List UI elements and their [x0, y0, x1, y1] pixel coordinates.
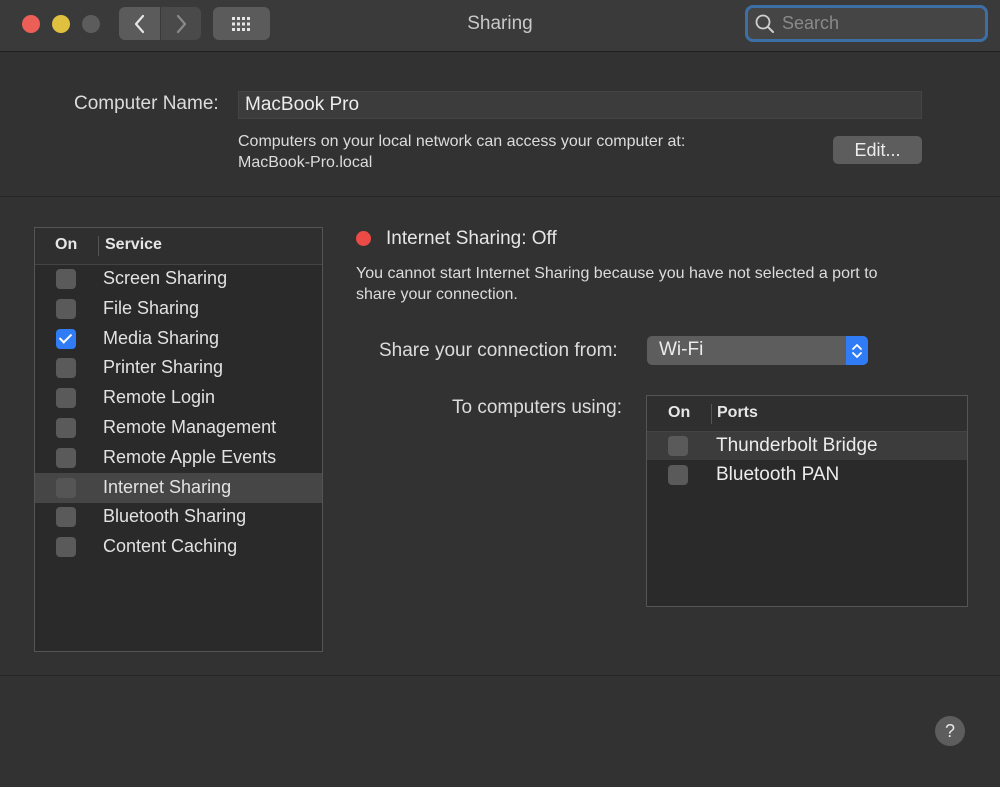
service-label: Screen Sharing — [103, 268, 228, 288]
service-row[interactable]: Remote Login — [35, 383, 322, 413]
service-row[interactable]: Content Caching — [35, 532, 322, 562]
service-checkbox[interactable] — [56, 298, 76, 319]
service-label: Remote Management — [103, 417, 277, 437]
divider — [0, 675, 1000, 676]
local-hostname: MacBook-Pro.local — [238, 154, 373, 171]
service-description-line2: share your connection. — [356, 286, 518, 303]
service-row[interactable]: Internet Sharing — [35, 472, 322, 503]
service-checkbox[interactable] — [56, 507, 76, 528]
service-row[interactable]: Remote Apple Events — [35, 443, 322, 473]
service-label: Printer Sharing — [103, 357, 224, 378]
service-row[interactable]: Bluetooth Sharing — [35, 502, 322, 532]
column-separator — [711, 404, 712, 424]
title-bar: Sharing — [0, 0, 1000, 52]
service-label: Content Caching — [103, 536, 238, 557]
services-table[interactable]: On Service Screen Sharing File Sharing Med… — [34, 227, 323, 652]
service-row[interactable]: Screen Sharing — [35, 264, 322, 294]
column-header-ports[interactable]: Ports — [717, 404, 758, 422]
service-description-line1: You cannot start Internet Sharing becaus… — [356, 265, 878, 282]
service-checkbox[interactable] — [56, 477, 76, 498]
service-checkbox[interactable] — [56, 269, 76, 289]
service-row[interactable]: Printer Sharing — [35, 353, 322, 383]
service-label: Remote Apple Events — [103, 446, 277, 467]
column-header-on[interactable]: On — [668, 404, 690, 422]
port-checkbox[interactable] — [668, 436, 688, 456]
port-checkbox[interactable] — [668, 464, 688, 485]
service-label: Remote Login — [103, 387, 216, 408]
services-table-header: On Service — [35, 228, 322, 265]
service-status: Internet Sharing: Off — [386, 228, 557, 249]
computer-name-field[interactable]: MacBook Pro — [238, 91, 922, 119]
status-indicator-icon — [356, 231, 371, 246]
service-row[interactable]: Remote Management — [35, 413, 322, 443]
sharing-window: Sharing Computer Name: MacBook Pro Compu… — [0, 0, 1000, 787]
help-button[interactable]: ? — [935, 716, 965, 746]
to-computers-label: To computers using: — [452, 397, 623, 418]
service-label: Bluetooth Sharing — [103, 506, 247, 527]
port-label: Thunderbolt Bridge — [716, 435, 878, 456]
column-separator — [98, 236, 99, 256]
search-icon — [755, 14, 774, 33]
service-label: File Sharing — [103, 297, 200, 318]
ports-table-header: On Ports — [647, 396, 967, 432]
computer-name-description-line1: Computers on your local network can acce… — [238, 133, 686, 150]
service-description: You cannot start Internet Sharing becaus… — [356, 263, 956, 305]
search-input[interactable] — [780, 12, 984, 35]
column-header-on[interactable]: On — [55, 236, 77, 254]
service-checkbox[interactable] — [56, 388, 76, 409]
column-header-service[interactable]: Service — [105, 236, 162, 254]
service-checkbox[interactable] — [56, 328, 76, 349]
service-checkbox[interactable] — [56, 358, 76, 379]
service-checkbox[interactable] — [56, 418, 76, 438]
port-label: Bluetooth PAN — [716, 463, 840, 485]
share-from-select[interactable]: Wi-Fi — [647, 336, 868, 365]
service-checkbox[interactable] — [56, 447, 76, 468]
ports-table[interactable]: On Ports Thunderbolt Bridge Bluetooth PAN — [646, 395, 968, 607]
computer-name-description: Computers on your local network can acce… — [238, 131, 685, 173]
service-row[interactable]: Media Sharing — [35, 324, 322, 354]
divider — [0, 196, 1000, 197]
service-label: Internet Sharing — [103, 476, 232, 497]
service-checkbox[interactable] — [56, 537, 76, 558]
share-from-value: Wi-Fi — [659, 339, 704, 360]
computer-name-label: Computer Name: — [74, 93, 219, 114]
edit-hostname-button[interactable]: Edit... — [833, 136, 922, 164]
port-row[interactable]: Thunderbolt Bridge — [647, 432, 967, 460]
port-row[interactable]: Bluetooth PAN — [647, 461, 967, 489]
search-field[interactable] — [745, 5, 988, 42]
updown-chevron-icon — [846, 336, 868, 365]
share-from-label: Share your connection from: — [379, 340, 618, 361]
service-row[interactable]: File Sharing — [35, 294, 322, 324]
service-label: Media Sharing — [103, 327, 220, 348]
